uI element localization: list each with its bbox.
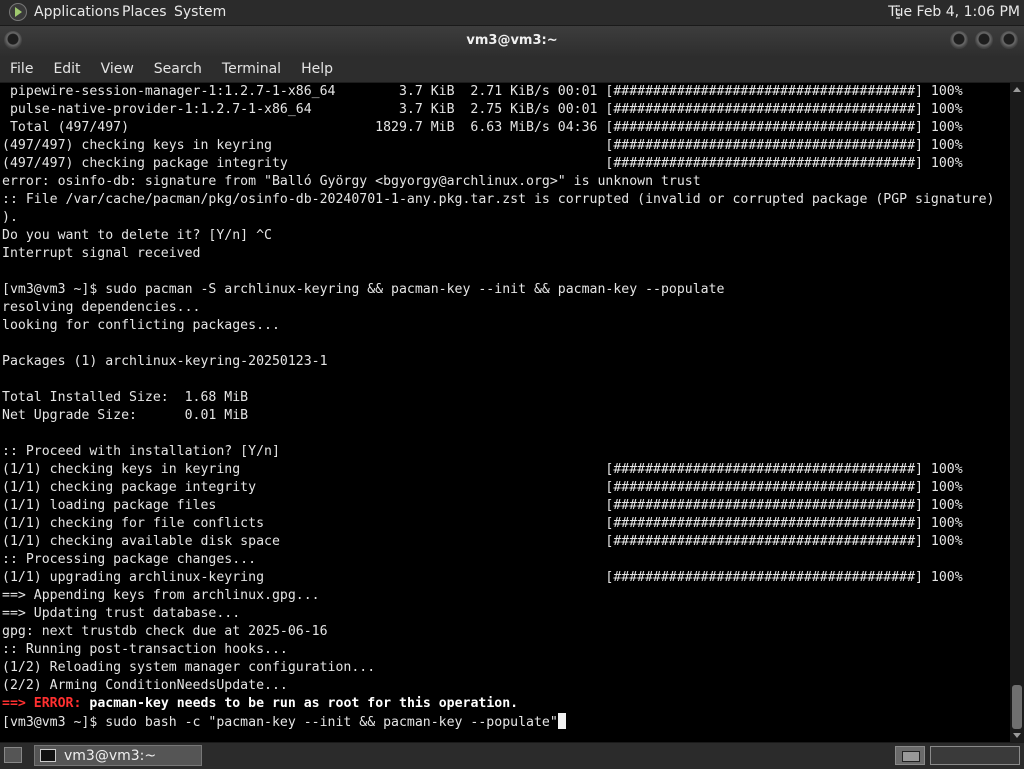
terminal-line: :: Processing package changes...	[2, 552, 257, 567]
maximize-icon[interactable]	[975, 31, 993, 49]
terminal-line: (1/1) checking package integrity [######…	[2, 480, 963, 495]
applications-menu[interactable]: Applications	[34, 4, 120, 20]
terminal-line: :: Proceed with installation? [Y/n]	[2, 444, 280, 459]
terminal-line: :: File /var/cache/pacman/pkg/osinfo-db-…	[2, 192, 995, 207]
scrollbar-thumb[interactable]	[1012, 685, 1022, 729]
terminal-prompt-line[interactable]: [vm3@vm3 ~]$ sudo bash -c "pacman-key --…	[0, 713, 1010, 731]
terminal-line: Packages (1) archlinux-keyring-20250123-…	[2, 354, 328, 369]
terminal-lines: pipewire-session-manager-1:1.2.7-1-x86_6…	[0, 83, 1010, 695]
window-titlebar[interactable]: vm3@vm3:~	[0, 26, 1024, 56]
terminal-line: looking for conflicting packages...	[2, 318, 280, 333]
system-menu[interactable]: System	[174, 4, 226, 20]
close-icon[interactable]	[1000, 31, 1018, 49]
terminal-line: (497/497) checking package integrity [##…	[2, 156, 963, 171]
menu-file[interactable]: File	[0, 61, 43, 77]
terminal-line: Total Installed Size: 1.68 MiB	[2, 390, 249, 405]
text-cursor	[557, 713, 566, 729]
error-arrow: ==>	[2, 696, 26, 711]
terminal-line: Interrupt signal received	[2, 246, 201, 261]
places-menu[interactable]: Places	[122, 4, 167, 20]
terminal-line: ==> Updating trust database...	[2, 606, 241, 621]
terminal-line: Do you want to delete it? [Y/n] ^C	[2, 228, 272, 243]
terminal-line: (1/1) checking available disk space [###…	[2, 534, 963, 549]
terminal-line: (497/497) checking keys in keyring [####…	[2, 138, 963, 153]
terminal-line: (2/2) Arming ConditionNeedsUpdate...	[2, 678, 288, 693]
clock[interactable]: Tue Feb 4, 1:06 PM	[888, 4, 1020, 20]
terminal-output[interactable]: pipewire-session-manager-1:1.2.7-1-x86_6…	[0, 83, 1010, 742]
terminal-line: :: Running post-transaction hooks...	[2, 642, 288, 657]
terminal-line: resolving dependencies...	[2, 300, 201, 315]
terminal-line: (1/1) loading package files [###########…	[2, 498, 963, 513]
terminal-line: (1/1) upgrading archlinux-keyring [#####…	[2, 570, 963, 585]
window-title: vm3@vm3:~	[466, 33, 558, 48]
menu-edit[interactable]: Edit	[43, 61, 90, 77]
terminal-line: [vm3@vm3 ~]$ sudo pacman -S archlinux-ke…	[2, 282, 725, 297]
taskbar-terminal-button[interactable]: vm3@vm3:~	[34, 745, 202, 766]
bottom-panel: vm3@vm3:~	[0, 742, 1024, 769]
scroll-down-icon[interactable]	[1013, 733, 1021, 738]
terminal-line: ==> Appending keys from archlinux.gpg...	[2, 588, 320, 603]
terminal-error-line: ==> ERROR: pacman-key needs to be run as…	[0, 695, 1010, 713]
distro-logo-icon[interactable]	[9, 3, 27, 21]
terminal-icon	[40, 749, 56, 762]
terminal-line: gpg: next trustdb check due at 2025-06-1…	[2, 624, 328, 639]
terminal-scrollbar[interactable]	[1010, 83, 1024, 742]
menu-help[interactable]: Help	[291, 61, 343, 77]
minimize-icon[interactable]	[950, 31, 968, 49]
error-label: ERROR:	[33, 696, 82, 711]
menu-terminal[interactable]: Terminal	[212, 61, 291, 77]
menu-search[interactable]: Search	[144, 61, 212, 77]
terminal-line: Total (497/497) 1829.7 MiB 6.63 MiB/s 04…	[2, 120, 963, 135]
menu-view[interactable]: View	[91, 61, 144, 77]
terminal-line: (1/2) Reloading system manager configura…	[2, 660, 376, 675]
workspace-2-button[interactable]	[930, 746, 1020, 765]
menubar: File Edit View Search Terminal Help	[0, 56, 1024, 83]
terminal-line: (1/1) checking for file conflicts [#####…	[2, 516, 963, 531]
terminal-line: Net Upgrade Size: 0.01 MiB	[2, 408, 249, 423]
show-desktop-icon[interactable]	[4, 747, 22, 763]
workspace-1-button[interactable]	[895, 746, 925, 765]
error-message: pacman-key needs to be run as root for t…	[89, 696, 519, 711]
terminal-line: pulse-native-provider-1:1.2.7-1-x86_64 3…	[2, 102, 963, 117]
scroll-up-icon[interactable]	[1013, 87, 1021, 92]
terminal-line: error: osinfo-db: signature from "Balló …	[2, 174, 701, 189]
top-panel: Applications Places System Tue Feb 4, 1:…	[0, 0, 1024, 26]
terminal-line: (1/1) checking keys in keyring [########…	[2, 462, 963, 477]
terminal-prompt: [vm3@vm3 ~]$ sudo bash -c "pacman-key --…	[2, 715, 558, 730]
terminal-line: pipewire-session-manager-1:1.2.7-1-x86_6…	[2, 84, 963, 99]
taskbar-terminal-label: vm3@vm3:~	[64, 747, 157, 764]
terminal-line: ).	[2, 210, 18, 225]
